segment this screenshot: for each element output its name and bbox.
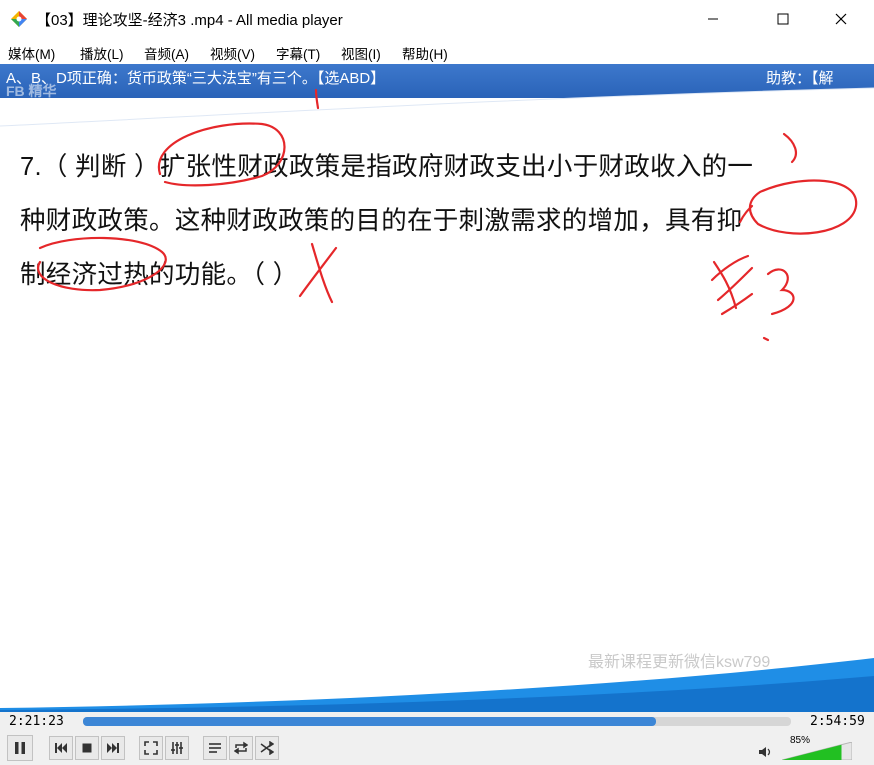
stop-button[interactable]: [75, 736, 99, 760]
pen-annotations: [37, 88, 858, 342]
equalizer-button[interactable]: [165, 736, 189, 760]
close-button[interactable]: [818, 0, 864, 38]
title-bar: 【03】理论攻坚-经济3 .mp4 - All media player: [0, 0, 874, 38]
close-icon: [835, 13, 847, 25]
maximize-icon: [777, 13, 789, 25]
playlist-button[interactable]: [203, 736, 227, 760]
maximize-button[interactable]: [760, 0, 806, 38]
playlist-icon: [209, 743, 221, 753]
menu-media[interactable]: 媒体(M): [8, 43, 55, 63]
next-icon: [107, 743, 119, 753]
previous-button[interactable]: [49, 736, 73, 760]
previous-icon: [55, 743, 67, 753]
equalizer-icon: [171, 742, 183, 754]
video-area[interactable]: FB 精华 A、B、D项正确：货币政策“三大法宝”有三个。【选ABD】 助教：【…: [0, 64, 874, 712]
next-button[interactable]: [101, 736, 125, 760]
fullscreen-button[interactable]: [139, 736, 163, 760]
pause-button[interactable]: [7, 735, 33, 761]
seek-progress: [83, 717, 657, 726]
menu-video[interactable]: 视频(V): [210, 43, 255, 63]
menu-playback[interactable]: 播放(L): [80, 43, 124, 63]
total-time: 2:54:59: [810, 714, 865, 729]
stop-icon: [82, 743, 92, 753]
current-time: 2:21:23: [9, 714, 64, 729]
shuffle-icon: [260, 741, 274, 755]
menu-subtitle[interactable]: 字幕(T): [276, 43, 320, 63]
repeat-button[interactable]: [229, 736, 253, 760]
app-icon: [11, 11, 27, 27]
volume-slider[interactable]: [782, 742, 852, 760]
control-bar: 85%: [0, 732, 874, 765]
minimize-icon: [708, 18, 718, 20]
seek-bar[interactable]: [83, 717, 791, 726]
fullscreen-icon: [144, 741, 158, 755]
menu-help[interactable]: 帮助(H): [402, 43, 448, 63]
menu-audio[interactable]: 音频(A): [144, 43, 189, 63]
speaker-icon[interactable]: [758, 746, 772, 758]
slide-bottom-wave: [0, 658, 874, 712]
repeat-icon: [234, 741, 248, 755]
shuffle-button[interactable]: [255, 736, 279, 760]
menu-view[interactable]: 视图(I): [341, 43, 381, 63]
seek-row: 2:21:23 2:54:59: [0, 712, 874, 732]
window-title: 【03】理论攻坚-经济3 .mp4 - All media player: [36, 12, 343, 29]
pause-icon: [15, 742, 25, 754]
menu-bar: 媒体(M) 播放(L) 音频(A) 视频(V) 字幕(T) 视图(I) 帮助(H…: [0, 38, 874, 65]
minimize-button[interactable]: [690, 0, 736, 38]
